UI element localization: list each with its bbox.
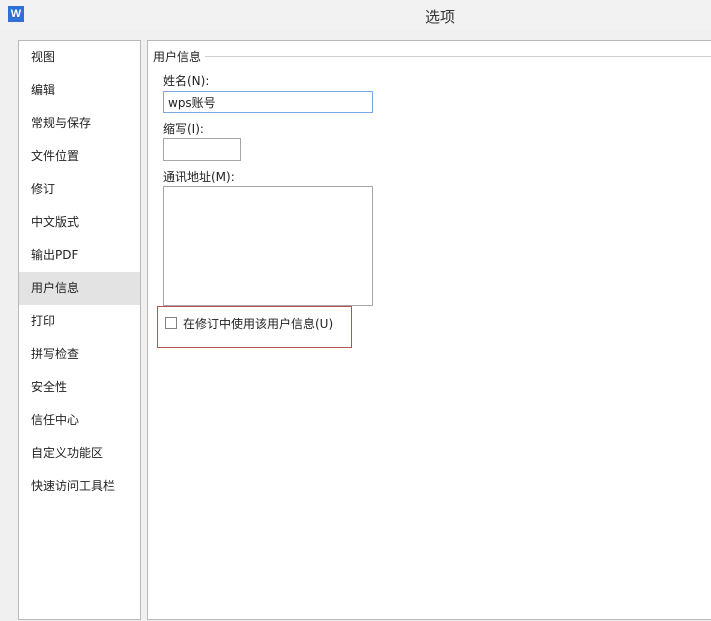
window-title: 选项 bbox=[424, 8, 455, 26]
sidebar-item-customize-ribbon[interactable]: 自定义功能区 bbox=[19, 437, 140, 470]
initials-field[interactable] bbox=[163, 138, 241, 161]
group-title: 用户信息 bbox=[153, 48, 206, 65]
user-info-panel: 用户信息 姓名(N): 缩写(I): 通讯地址(M): 在修订中使用该用户信息(… bbox=[147, 40, 711, 620]
address-label: 通讯地址(M): bbox=[163, 170, 235, 184]
sidebar-item-general-save[interactable]: 常规与保存 bbox=[19, 107, 140, 140]
sidebar-item-view[interactable]: 视图 bbox=[19, 41, 140, 74]
options-sidebar: 视图 编辑 常规与保存 文件位置 修订 中文版式 输出PDF 用户信息 打印 拼… bbox=[18, 40, 141, 620]
sidebar-item-edit[interactable]: 编辑 bbox=[19, 74, 140, 107]
sidebar-item-revisions[interactable]: 修订 bbox=[19, 173, 140, 206]
address-textarea[interactable] bbox=[163, 186, 373, 306]
group-divider bbox=[204, 56, 711, 57]
use-in-revisions-checkbox[interactable] bbox=[165, 317, 177, 329]
sidebar-item-export-pdf[interactable]: 输出PDF bbox=[19, 239, 140, 272]
sidebar-item-user-info[interactable]: 用户信息 bbox=[19, 272, 140, 305]
use-in-revisions-label[interactable]: 在修订中使用该用户信息(U) bbox=[183, 315, 333, 332]
sidebar-item-chinese-layout[interactable]: 中文版式 bbox=[19, 206, 140, 239]
title-bar: W 选项 bbox=[0, 0, 711, 30]
initials-label: 缩写(I): bbox=[163, 122, 204, 136]
sidebar-item-print[interactable]: 打印 bbox=[19, 305, 140, 338]
name-label: 姓名(N): bbox=[163, 74, 210, 88]
name-field[interactable] bbox=[163, 91, 373, 113]
sidebar-item-quick-access-toolbar[interactable]: 快速访问工具栏 bbox=[19, 470, 140, 503]
sidebar-item-file-locations[interactable]: 文件位置 bbox=[19, 140, 140, 173]
sidebar-item-security[interactable]: 安全性 bbox=[19, 371, 140, 404]
sidebar-item-spell-check[interactable]: 拼写检查 bbox=[19, 338, 140, 371]
sidebar-item-trust-center[interactable]: 信任中心 bbox=[19, 404, 140, 437]
